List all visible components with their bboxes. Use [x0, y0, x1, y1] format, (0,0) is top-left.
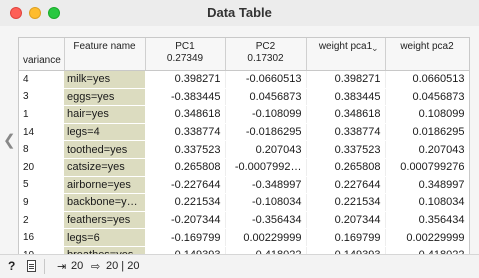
cell-weight-pca2[interactable]: 0.108034: [385, 193, 469, 212]
table-row[interactable]: 8 toothed=yes 0.337523 0.207043 0.337523 0.20…: [19, 140, 469, 159]
cell-weight-pca2[interactable]: 0.00229999: [385, 228, 469, 247]
cell-weight-pca1[interactable]: 0.227644: [306, 176, 386, 195]
cell-pc2[interactable]: -0.0186295: [225, 123, 307, 142]
cell-pc2[interactable]: 0.0456873: [225, 88, 307, 107]
column-header-weight-pca2[interactable]: weight pca2: [385, 38, 469, 71]
input-arrow-icon: ⇥: [57, 261, 67, 273]
cell-variance[interactable]: 20: [19, 158, 64, 177]
cell-feature-name[interactable]: legs=6: [64, 228, 146, 247]
cell-pc1[interactable]: -0.227644: [145, 176, 226, 195]
table-row[interactable]: 2 feathers=yes -0.207344 -0.356434 0.207344 0…: [19, 211, 469, 230]
data-table[interactable]: variance Feature name PC1 0.27349 PC2 0.…: [18, 37, 470, 255]
chevron-left-icon[interactable]: ❮: [3, 131, 16, 149]
cell-pc1[interactable]: -0.169799: [145, 228, 226, 247]
column-header-feature-name[interactable]: Feature name: [64, 38, 146, 71]
cell-weight-pca2[interactable]: 0.356434: [385, 211, 469, 230]
cell-weight-pca2[interactable]: 0.0660513: [385, 70, 469, 89]
cell-feature-name[interactable]: feathers=yes: [64, 211, 146, 230]
status-bar: ? ⇥ 20 ⇨ 20 | 20: [0, 254, 479, 278]
cell-weight-pca1[interactable]: 0.265808: [306, 158, 386, 177]
cell-pc2[interactable]: 0.207043: [225, 140, 307, 159]
cell-pc2[interactable]: 0.00229999: [225, 228, 307, 247]
cell-pc1[interactable]: 0.337523: [145, 140, 226, 159]
title-bar: Data Table: [0, 0, 479, 27]
cell-weight-pca1[interactable]: 0.337523: [306, 140, 386, 159]
cell-weight-pca2[interactable]: 0.000799276: [385, 158, 469, 177]
cell-pc1[interactable]: 0.348618: [145, 105, 226, 124]
cell-variance[interactable]: 1: [19, 105, 64, 124]
cell-variance[interactable]: 14: [19, 123, 64, 142]
cell-feature-name[interactable]: legs=4: [64, 123, 146, 142]
cell-pc1[interactable]: 0.338774: [145, 123, 226, 142]
column-header-label: PC1: [175, 41, 195, 52]
cell-weight-pca1[interactable]: 0.383445: [306, 88, 386, 107]
cell-pc2[interactable]: -0.108099: [225, 105, 307, 124]
divider: [44, 259, 45, 274]
cell-variance[interactable]: 9: [19, 193, 64, 212]
cell-pc1[interactable]: 0.221534: [145, 193, 226, 212]
column-header-pc1[interactable]: PC1 0.27349: [145, 38, 226, 71]
cell-weight-pca1[interactable]: 0.338774: [306, 123, 386, 142]
window-title: Data Table: [207, 5, 272, 20]
table-header-row: variance Feature name PC1 0.27349 PC2 0.…: [19, 38, 469, 71]
table-row[interactable]: 9 backbone=y… 0.221534 -0.108034 0.221534 0.1…: [19, 193, 469, 212]
column-header-sublabel: 0.17302: [247, 53, 284, 64]
cell-pc2[interactable]: -0.0007992…: [225, 158, 307, 177]
cell-weight-pca1[interactable]: 0.207344: [306, 211, 386, 230]
cell-pc1[interactable]: 0.398271: [145, 70, 226, 89]
column-header-label: Feature name: [73, 41, 136, 52]
table-row[interactable]: 1 hair=yes 0.348618 -0.108099 0.348618 0.1080…: [19, 105, 469, 124]
input-count: 20: [71, 260, 84, 272]
column-header-label: PC2: [255, 41, 276, 52]
cell-feature-name[interactable]: airborne=yes: [64, 176, 146, 195]
main-area: ❮ variance Feature name PC1 0.27349 PC2: [0, 26, 479, 255]
column-header-variance[interactable]: variance: [19, 38, 65, 71]
cell-variance[interactable]: 3: [19, 88, 64, 107]
cell-variance[interactable]: 5: [19, 176, 64, 195]
cell-variance[interactable]: 2: [19, 211, 64, 230]
column-header-label: weight pca1: [318, 41, 373, 52]
column-header-weight-pca1[interactable]: weight pca1 ⌄: [306, 38, 386, 71]
cell-pc1[interactable]: -0.383445: [145, 88, 226, 107]
cell-pc2[interactable]: -0.348997: [225, 176, 307, 195]
cell-weight-pca1[interactable]: 0.348618: [306, 105, 386, 124]
cell-pc1[interactable]: -0.207344: [145, 211, 226, 230]
cell-feature-name[interactable]: milk=yes: [64, 70, 146, 89]
cell-weight-pca2[interactable]: 0.207043: [385, 140, 469, 159]
cell-weight-pca2[interactable]: 0.0456873: [385, 88, 469, 107]
cell-feature-name[interactable]: catsize=yes: [64, 158, 146, 177]
cell-pc2[interactable]: -0.0660513: [225, 70, 307, 89]
cell-variance[interactable]: 4: [19, 70, 64, 89]
cell-feature-name[interactable]: toothed=yes: [64, 140, 146, 159]
cell-weight-pca2[interactable]: 0.348997: [385, 176, 469, 195]
cell-variance[interactable]: 8: [19, 140, 64, 159]
help-icon[interactable]: ?: [8, 259, 15, 273]
cell-feature-name[interactable]: hair=yes: [64, 105, 146, 124]
table-row[interactable]: 20 catsize=yes 0.265808 -0.0007992… 0.265808…: [19, 158, 469, 177]
cell-pc1[interactable]: 0.265808: [145, 158, 226, 177]
cell-weight-pca1[interactable]: 0.221534: [306, 193, 386, 212]
cell-variance[interactable]: 16: [19, 228, 64, 247]
cell-feature-name[interactable]: eggs=yes: [64, 88, 146, 107]
table-row[interactable]: 16 legs=6 -0.169799 0.00229999 0.169799 0.002…: [19, 228, 469, 247]
cell-weight-pca1[interactable]: 0.398271: [306, 70, 386, 89]
cell-pc2[interactable]: -0.108034: [225, 193, 307, 212]
cell-pc2[interactable]: -0.356434: [225, 211, 307, 230]
cell-weight-pca1[interactable]: 0.169799: [306, 228, 386, 247]
table-row[interactable]: 5 airborne=yes -0.227644 -0.348997 0.227644 0…: [19, 176, 469, 195]
output-count: 20 | 20: [106, 260, 140, 272]
report-icon[interactable]: [27, 260, 36, 272]
output-arrow-icon: ⇨: [91, 261, 101, 273]
column-header-pc2[interactable]: PC2 0.17302: [225, 38, 307, 71]
cell-weight-pca2[interactable]: 0.0186295: [385, 123, 469, 142]
cell-feature-name[interactable]: backbone=y…: [64, 193, 146, 212]
cell-weight-pca2[interactable]: 0.108099: [385, 105, 469, 124]
table-row[interactable]: 14 legs=4 0.338774 -0.0186295 0.338774 0.0186…: [19, 123, 469, 142]
table-row[interactable]: 3 eggs=yes -0.383445 0.0456873 0.383445 0.045…: [19, 88, 469, 107]
table-row[interactable]: 4 milk=yes 0.398271 -0.0660513 0.398271 0.066…: [19, 70, 469, 89]
column-header-sublabel: 0.27349: [166, 53, 204, 64]
chevron-down-icon: ⌄: [370, 43, 379, 53]
column-header-label: weight pca2: [400, 41, 454, 52]
